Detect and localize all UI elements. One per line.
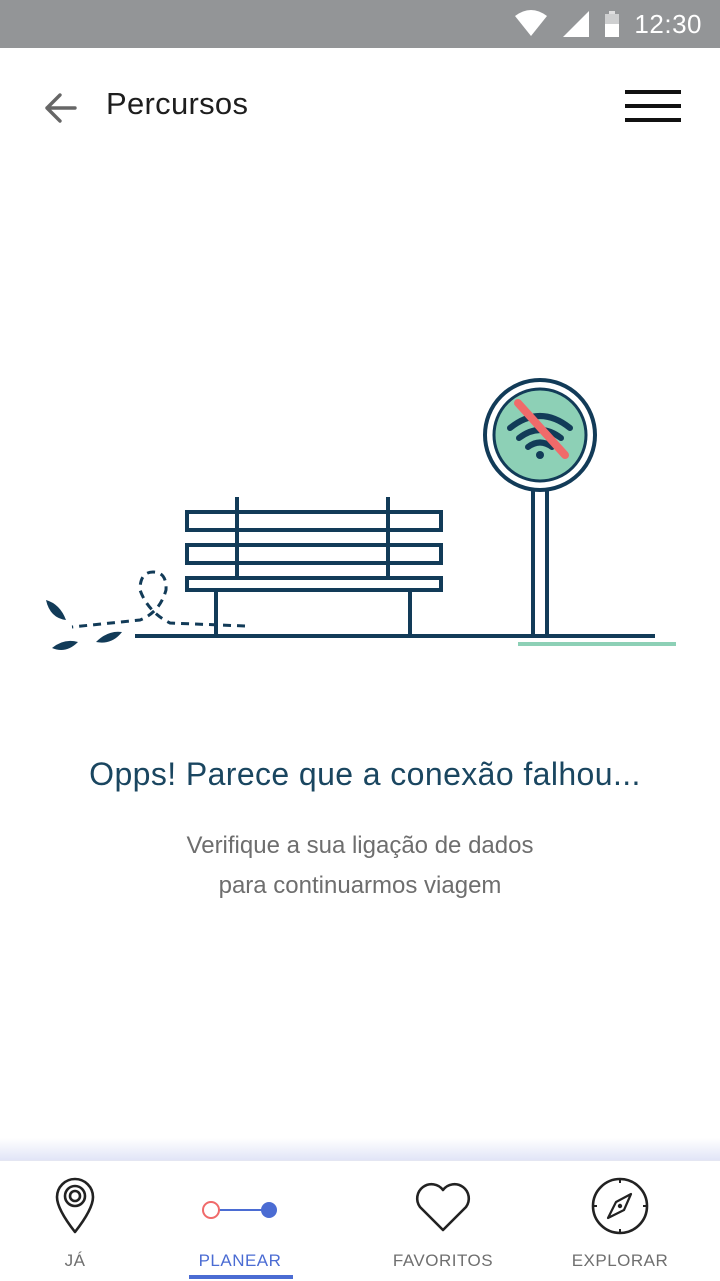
heart-icon <box>415 1182 471 1232</box>
nav-label-favoritos: FAVORITOS <box>392 1251 494 1270</box>
location-pin-icon <box>55 1177 95 1234</box>
error-title: Opps! Parece que a conexão falhou... <box>89 756 641 792</box>
back-button[interactable] <box>36 86 84 130</box>
error-description-line1: Verifique a sua ligação de dados <box>186 832 534 859</box>
nav-label-planear: PLANEAR <box>198 1251 282 1270</box>
bottom-nav: JÁ PLANEAR FAVORITOS EXPLORAR <box>0 1160 720 1281</box>
nav-item-explorar[interactable]: EXPLORAR <box>560 1161 680 1281</box>
nav-label-ja: JÁ <box>64 1251 86 1270</box>
bottom-nav-shadow <box>0 1138 720 1160</box>
signal-icon <box>563 11 590 37</box>
nav-item-favoritos[interactable]: FAVORITOS <box>383 1161 503 1281</box>
bench-icon <box>185 497 443 636</box>
nav-item-planear[interactable]: PLANEAR <box>180 1161 300 1281</box>
nav-label-explorar: EXPLORAR <box>571 1251 669 1270</box>
page-title: Percursos <box>106 86 249 121</box>
error-description: Verifique a sua ligação de dados para co… <box>0 826 720 906</box>
nav-active-indicator <box>189 1275 293 1279</box>
error-description-line2: para continuarmos viagem <box>218 872 502 899</box>
battery-icon <box>605 11 620 37</box>
route-icon <box>202 1201 277 1219</box>
no-wifi-sign-icon <box>483 378 597 492</box>
compass-icon <box>591 1177 649 1235</box>
status-bar: 12:30 <box>0 0 720 48</box>
app-bar: Percursos <box>0 48 720 164</box>
sign-pole <box>531 486 549 638</box>
hamburger-menu-icon <box>625 90 681 94</box>
arrow-left-icon <box>45 93 77 123</box>
status-icons: 12:30 <box>514 0 702 48</box>
no-connection-illustration <box>46 378 676 650</box>
nav-item-ja[interactable]: JÁ <box>20 1161 130 1281</box>
menu-button[interactable] <box>622 84 684 128</box>
hamburger-line <box>625 104 681 108</box>
hamburger-line <box>625 118 681 122</box>
wifi-icon <box>515 10 548 36</box>
status-time: 12:30 <box>634 8 702 39</box>
